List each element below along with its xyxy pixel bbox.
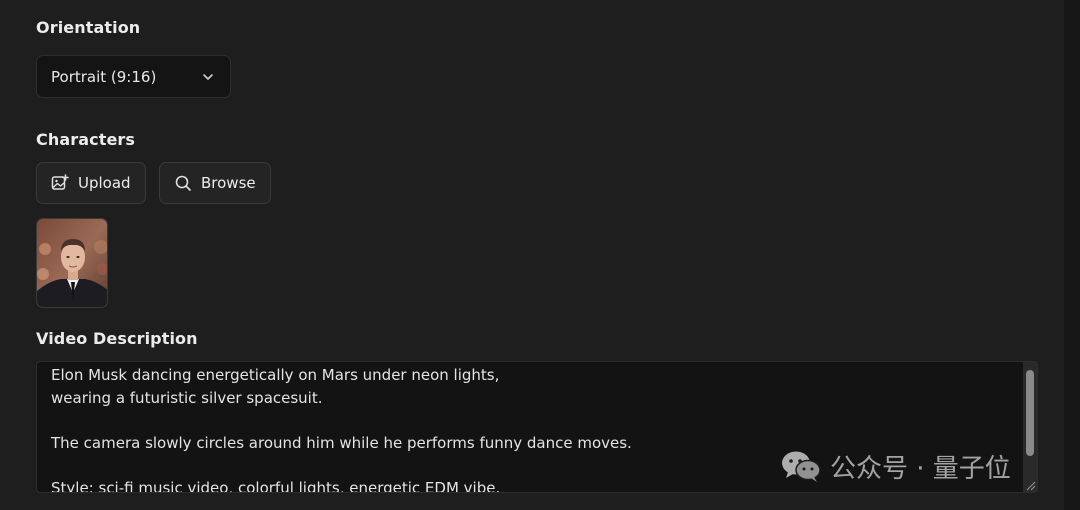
character-portrait-image	[37, 219, 107, 307]
characters-label: Characters	[36, 130, 136, 149]
browse-button[interactable]: Browse	[159, 162, 271, 204]
scrollbar-thumb[interactable]	[1026, 370, 1034, 456]
browse-button-label: Browse	[201, 174, 256, 192]
watermark-text: 公众号 · 量子位	[830, 453, 1011, 484]
right-gutter	[1064, 0, 1080, 510]
wechat-icon	[782, 451, 821, 482]
upload-button-label: Upload	[78, 174, 131, 192]
image-plus-icon	[51, 174, 69, 190]
textarea-scrollbar[interactable]	[1023, 362, 1037, 492]
video-description-label: Video Description	[36, 329, 198, 348]
character-thumbnail[interactable]	[36, 218, 108, 308]
watermark: 公众号 · 量子位	[780, 448, 1011, 484]
resize-grip-icon[interactable]	[1025, 480, 1036, 491]
search-icon	[175, 175, 191, 191]
orientation-label: Orientation	[36, 18, 141, 37]
orientation-selected-value: Portrait (9:16)	[51, 67, 157, 86]
orientation-select[interactable]: Portrait (9:16)	[36, 55, 231, 98]
upload-button[interactable]: Upload	[36, 162, 146, 204]
chevron-down-icon	[203, 74, 213, 80]
settings-panel: Orientation Portrait (9:16) Characters U…	[0, 0, 1064, 510]
